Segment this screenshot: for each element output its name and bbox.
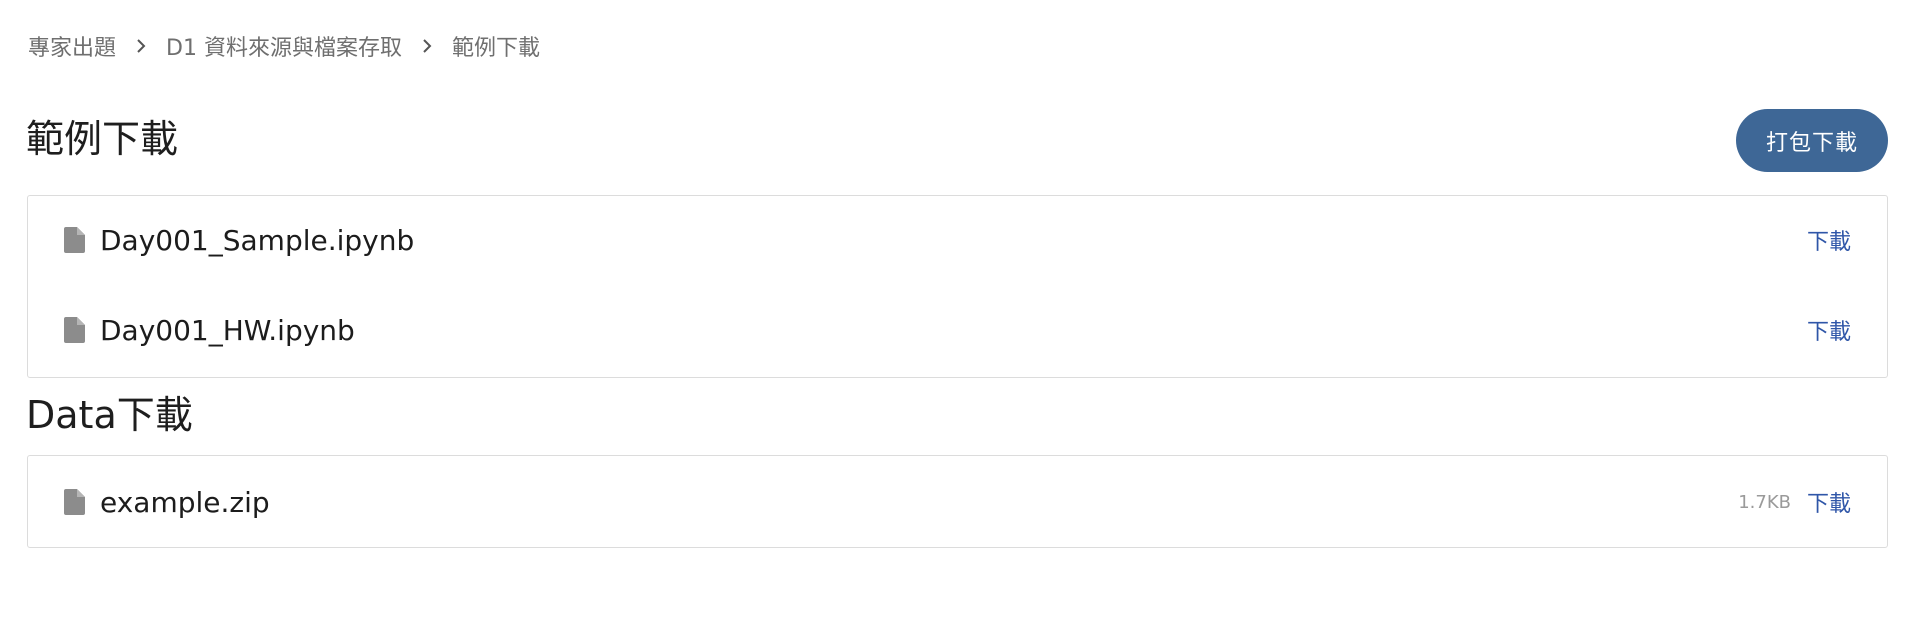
breadcrumb-item-expert-questions[interactable]: 專家出題 xyxy=(28,30,116,62)
download-link[interactable]: 下載 xyxy=(1807,224,1851,256)
data-section-title: Data下載 xyxy=(26,393,193,437)
file-icon xyxy=(64,227,85,253)
file-row: Day001_Sample.ipynb 下載 xyxy=(28,210,1887,270)
samples-file-list: Day001_Sample.ipynb 下載 Day001_HW.ipynb 下… xyxy=(27,195,1888,378)
file-icon xyxy=(64,317,85,343)
file-row: example.zip 1.7KB 下載 xyxy=(28,472,1887,532)
chevron-right-icon xyxy=(136,39,146,53)
file-row: Day001_HW.ipynb 下載 xyxy=(28,300,1887,360)
samples-section-title: 範例下載 xyxy=(26,117,179,161)
data-file-list: example.zip 1.7KB 下載 xyxy=(27,455,1888,548)
breadcrumb: 專家出題 D1 資料來源與檔案存取 範例下載 xyxy=(28,30,540,62)
download-page: 專家出題 D1 資料來源與檔案存取 範例下載 範例下載 打包下載 Day001_… xyxy=(0,0,1920,630)
download-link[interactable]: 下載 xyxy=(1807,486,1851,518)
file-name: example.zip xyxy=(100,485,270,519)
pack-download-button[interactable]: 打包下載 xyxy=(1736,109,1888,172)
breadcrumb-item-d1[interactable]: D1 資料來源與檔案存取 xyxy=(166,30,402,62)
file-size: 1.7KB xyxy=(1738,491,1791,513)
breadcrumb-item-current: 範例下載 xyxy=(451,36,540,61)
file-icon xyxy=(64,489,85,515)
chevron-right-icon xyxy=(422,39,432,53)
file-name: Day001_Sample.ipynb xyxy=(100,223,415,257)
file-name: Day001_HW.ipynb xyxy=(100,313,355,347)
download-link[interactable]: 下載 xyxy=(1807,314,1851,346)
